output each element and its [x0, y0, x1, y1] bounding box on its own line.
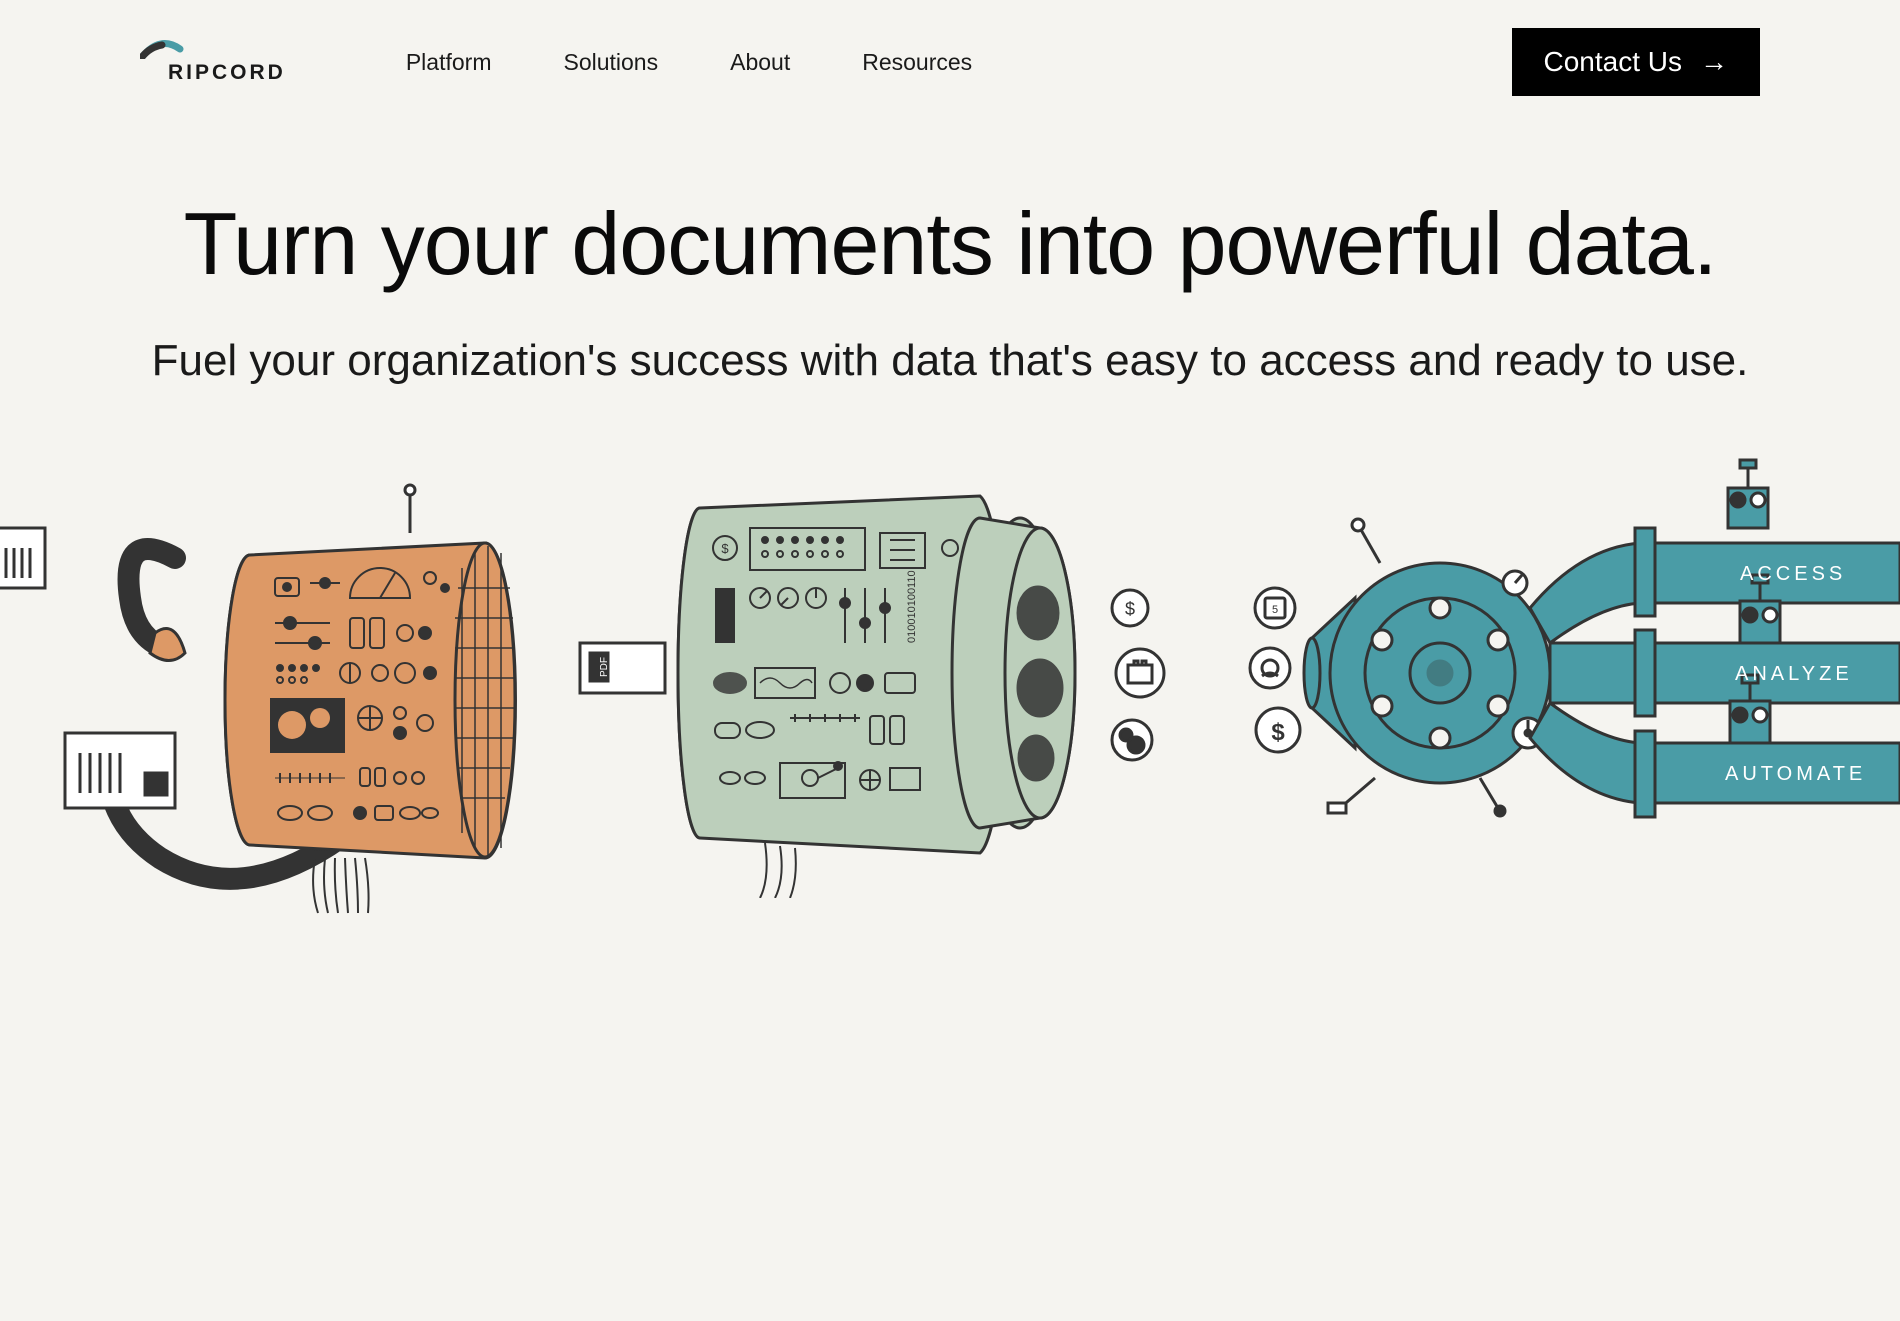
svg-text:010010100110: 010010100110 [906, 570, 918, 643]
nav-resources[interactable]: Resources [862, 49, 972, 76]
main-nav: Platform Solutions About Resources [406, 49, 972, 76]
machine-orange-icon [0, 438, 540, 918]
logo-arc-icon [140, 39, 196, 59]
machine-sage-icon: PDF $ [570, 458, 1210, 898]
nav-solutions[interactable]: Solutions [563, 49, 658, 76]
svg-text:5: 5 [1272, 604, 1278, 616]
machine-teal-icon: 5 $ [1240, 448, 1900, 908]
contact-button[interactable]: Contact Us → [1512, 28, 1761, 96]
nav-platform[interactable]: Platform [406, 49, 492, 76]
svg-text:$: $ [1271, 719, 1285, 746]
logo[interactable]: RIPCORD [140, 39, 286, 85]
hero-section: Turn your documents into powerful data. … [0, 196, 1900, 388]
svg-text:$: $ [721, 541, 729, 556]
arrow-right-icon: → [1700, 46, 1728, 78]
svg-text:PDF: PDF [599, 657, 610, 677]
svg-text:$: $ [1125, 599, 1135, 619]
hero-title: Turn your documents into powerful data. [100, 196, 1800, 293]
contact-label: Contact Us [1544, 46, 1683, 78]
header: RIPCORD Platform Solutions About Resourc… [0, 0, 1900, 96]
hero-subtitle: Fuel your organization's success with da… [100, 333, 1800, 388]
svg-text:AUTOMATE: AUTOMATE [1725, 763, 1866, 785]
svg-text:ANALYZE: ANALYZE [1735, 663, 1853, 685]
nav-about[interactable]: About [730, 49, 790, 76]
logo-text: RIPCORD [168, 61, 286, 85]
machines-illustration: PDF $ [0, 428, 1900, 928]
svg-text:ACCESS: ACCESS [1740, 563, 1846, 585]
